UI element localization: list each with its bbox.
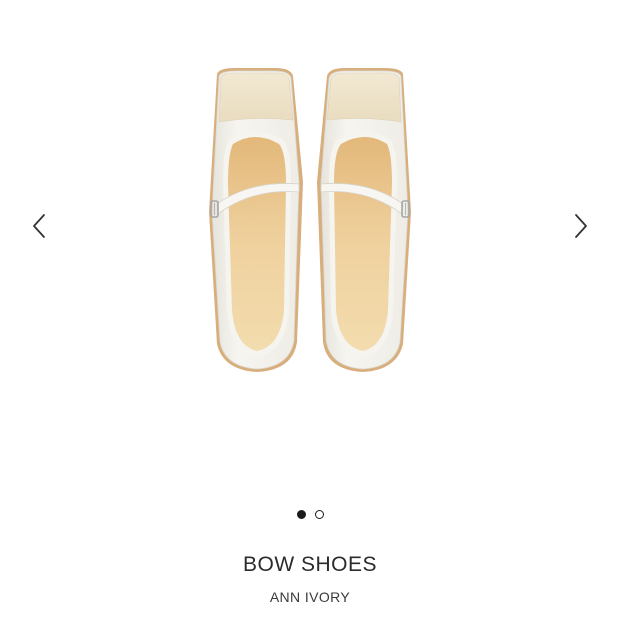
- carousel-next-button[interactable]: [569, 210, 593, 242]
- product-color-name: ANN IVORY: [269, 589, 351, 605]
- chevron-left-icon: [33, 214, 45, 238]
- carousel-dot-2[interactable]: [314, 509, 324, 519]
- chevron-right-icon: [575, 214, 587, 238]
- product-title: BOW SHOES: [242, 553, 378, 576]
- carousel-pagination: [0, 507, 620, 521]
- product-page: BOW SHOES ANN IVORY: [0, 0, 620, 620]
- image-carousel: [0, 0, 620, 500]
- left-shoe: [209, 68, 303, 372]
- carousel-dot-1[interactable]: [296, 509, 306, 519]
- right-shoe: [317, 68, 411, 372]
- carousel-prev-button[interactable]: [27, 210, 51, 242]
- product-image[interactable]: [195, 62, 425, 380]
